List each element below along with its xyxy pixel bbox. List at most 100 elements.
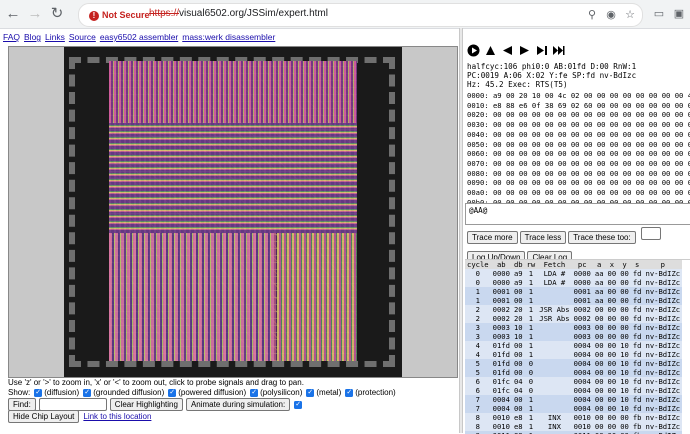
memory-row[interactable]: 0060: 00 00 00 00 00 00 00 00 00 00 00 0… — [467, 149, 690, 159]
trace-cell: 8 — [465, 422, 491, 431]
memory-row[interactable]: 0090: 00 00 00 00 00 00 00 00 00 00 00 0… — [467, 178, 690, 188]
trace-cell — [537, 323, 572, 332]
memory-row[interactable]: 0070: 00 00 00 00 00 00 00 00 00 00 00 0… — [467, 159, 690, 169]
trace-cell: aa — [592, 269, 606, 278]
play-icon[interactable] — [467, 44, 480, 57]
trace-cell: 00 — [605, 368, 619, 377]
checkbox-metal[interactable]: ✓ — [306, 388, 315, 397]
trace-header: pc — [571, 260, 593, 269]
trace-more-button[interactable]: Trace more — [467, 231, 518, 244]
trace-cell: 00 — [605, 395, 619, 404]
trace-cell: 0001 — [490, 296, 512, 305]
trace-cell: 4 — [465, 350, 491, 359]
link-blog[interactable]: Blog — [24, 32, 41, 42]
memory-row[interactable]: 0040: 00 00 00 00 00 00 00 00 00 00 00 0… — [467, 130, 690, 140]
memory-table[interactable]: 0000: a9 00 20 10 00 4c 02 00 00 00 00 0… — [467, 91, 690, 207]
trace-cell: INX — [537, 413, 572, 422]
trace-cell: 01fc — [490, 386, 512, 395]
trace-cell: 0003 — [571, 323, 593, 332]
trace-cell: 00 — [511, 404, 525, 413]
star-icon[interactable]: ☆ — [622, 7, 638, 23]
trace-cell: 0000 — [571, 278, 593, 287]
security-indicator[interactable]: ! Not Secure — [85, 7, 154, 23]
step-back-icon[interactable] — [484, 44, 497, 57]
label-diffusion: (diffusion) — [44, 388, 80, 397]
trace-row: 7 0004 00 1 0004 00 00 10 fd nv-BdIZc — [465, 404, 683, 413]
trace-cell: 00 — [592, 341, 606, 350]
checkbox-powered-diffusion[interactable]: ✓ — [168, 388, 177, 397]
trace-cell — [537, 332, 572, 341]
top-links: FAQ Blog Links Source easy6502 assembler mass… — [3, 32, 279, 42]
trace-cell: 20 — [511, 305, 525, 314]
zoom-instructions: Use 'z' or '>' to zoom in, 'x' or '<' to… — [8, 378, 304, 387]
trace-cell — [537, 287, 572, 296]
trace-cell: 6 — [465, 386, 491, 395]
label-protection: (protection) — [355, 388, 396, 397]
trace-cell: 00 — [592, 395, 606, 404]
trace-cell: fd — [630, 359, 644, 368]
panel-divider[interactable] — [459, 28, 463, 433]
forward-arrow-icon[interactable]: → — [26, 5, 44, 23]
trace-less-button[interactable]: Trace less — [519, 231, 567, 244]
step-forward-icon[interactable] — [518, 44, 531, 57]
memory-row[interactable]: 0050: 00 00 00 00 00 00 00 00 00 00 00 0… — [467, 140, 690, 150]
trace-signals-input[interactable] — [640, 227, 661, 240]
fast-forward-icon[interactable] — [535, 44, 548, 57]
trace-cell: fd — [630, 305, 644, 314]
address-bar[interactable]: ! Not Secure https://visual6502.org/JSSim… — [78, 3, 643, 27]
link-source[interactable]: Source — [69, 32, 96, 42]
memory-row[interactable]: 00a0: 00 00 00 00 00 00 00 00 00 00 00 0… — [467, 188, 690, 198]
trace-header: a — [592, 260, 606, 269]
trace-cell: 00 — [511, 359, 525, 368]
memory-row[interactable]: 0080: 00 00 00 00 00 00 00 00 00 00 00 0… — [467, 169, 690, 179]
trace-cell: 1 — [524, 404, 538, 413]
trace-cell: 0 — [465, 278, 491, 287]
checkbox-animate[interactable]: ✓ — [294, 400, 303, 409]
checkbox-polysilicon[interactable]: ✓ — [250, 388, 259, 397]
checkbox-diffusion[interactable]: ✓ — [34, 388, 43, 397]
trace-cell: 00 — [618, 287, 631, 296]
trace-cell: fd — [630, 314, 644, 323]
rewind-icon[interactable] — [501, 44, 514, 57]
link-to-location[interactable]: Link to this location — [83, 412, 151, 421]
trace-cell: fd — [630, 386, 644, 395]
trace-cell: 00 — [605, 350, 619, 359]
trace-cell — [537, 341, 572, 350]
link-easy6502[interactable]: easy6502 assembler — [100, 32, 178, 42]
trace-cell: 0 — [524, 359, 538, 368]
extensions-icon[interactable]: ▣ — [671, 6, 687, 22]
link-masswerk[interactable]: mass:werk disassembler — [182, 32, 275, 42]
link-faq[interactable]: FAQ — [3, 32, 20, 42]
skip-forward-icon[interactable] — [552, 44, 565, 57]
trace-cell: 0002 — [490, 314, 512, 323]
zoom-icon[interactable]: ⚲ — [584, 7, 600, 23]
trace-cell: 0004 — [571, 341, 593, 350]
hide-chip-layout-button[interactable]: Hide Chip Layout — [8, 410, 80, 423]
reload-icon[interactable]: ↻ — [48, 5, 66, 23]
url-text[interactable]: https://visual6502.org/JSSim/expert.html — [149, 8, 328, 19]
trace-cell: 0003 — [490, 332, 512, 341]
memory-row[interactable]: 0010: e8 88 e6 0f 38 69 02 60 00 00 00 0… — [467, 101, 690, 111]
memory-row[interactable]: 0000: a9 00 20 10 00 4c 02 00 00 00 00 0… — [467, 91, 690, 101]
chip-layout-canvas[interactable] — [8, 46, 458, 378]
console-output[interactable]: @AA@ — [465, 203, 690, 225]
trace-log[interactable]: cycle ab db rw Fetch pc a x y s p 0 0000 a9 1 LDA #0000… — [465, 259, 690, 434]
link-links[interactable]: Links — [45, 32, 65, 42]
trace-cell: 04 — [511, 386, 525, 395]
trace-cell: 00 — [511, 341, 525, 350]
checkbox-protection[interactable]: ✓ — [345, 388, 354, 397]
memory-row[interactable]: 0030: 00 00 00 00 00 00 00 00 00 00 00 0… — [467, 120, 690, 130]
trace-cell: 1 — [524, 332, 538, 341]
eye-slash-icon[interactable]: ◉ — [603, 7, 619, 23]
trace-cell: fd — [630, 395, 644, 404]
trace-cell: 0001 — [571, 287, 593, 296]
back-arrow-icon[interactable]: ← — [4, 5, 22, 23]
trace-row: 5 01fd 00 0 0004 00 00 10 fd nv-BdIZc — [465, 359, 683, 368]
chip-die[interactable] — [109, 61, 357, 361]
memory-row[interactable]: 0020: 00 00 00 00 00 00 00 00 00 00 00 0… — [467, 110, 690, 120]
checkbox-grounded-diffusion[interactable]: ✓ — [83, 388, 92, 397]
trace-cell: 04 — [511, 377, 525, 386]
cast-icon[interactable]: ▭ — [651, 6, 667, 22]
trace-cell: 00 — [605, 314, 619, 323]
trace-these-too-button[interactable]: Trace these too: — [568, 231, 636, 244]
